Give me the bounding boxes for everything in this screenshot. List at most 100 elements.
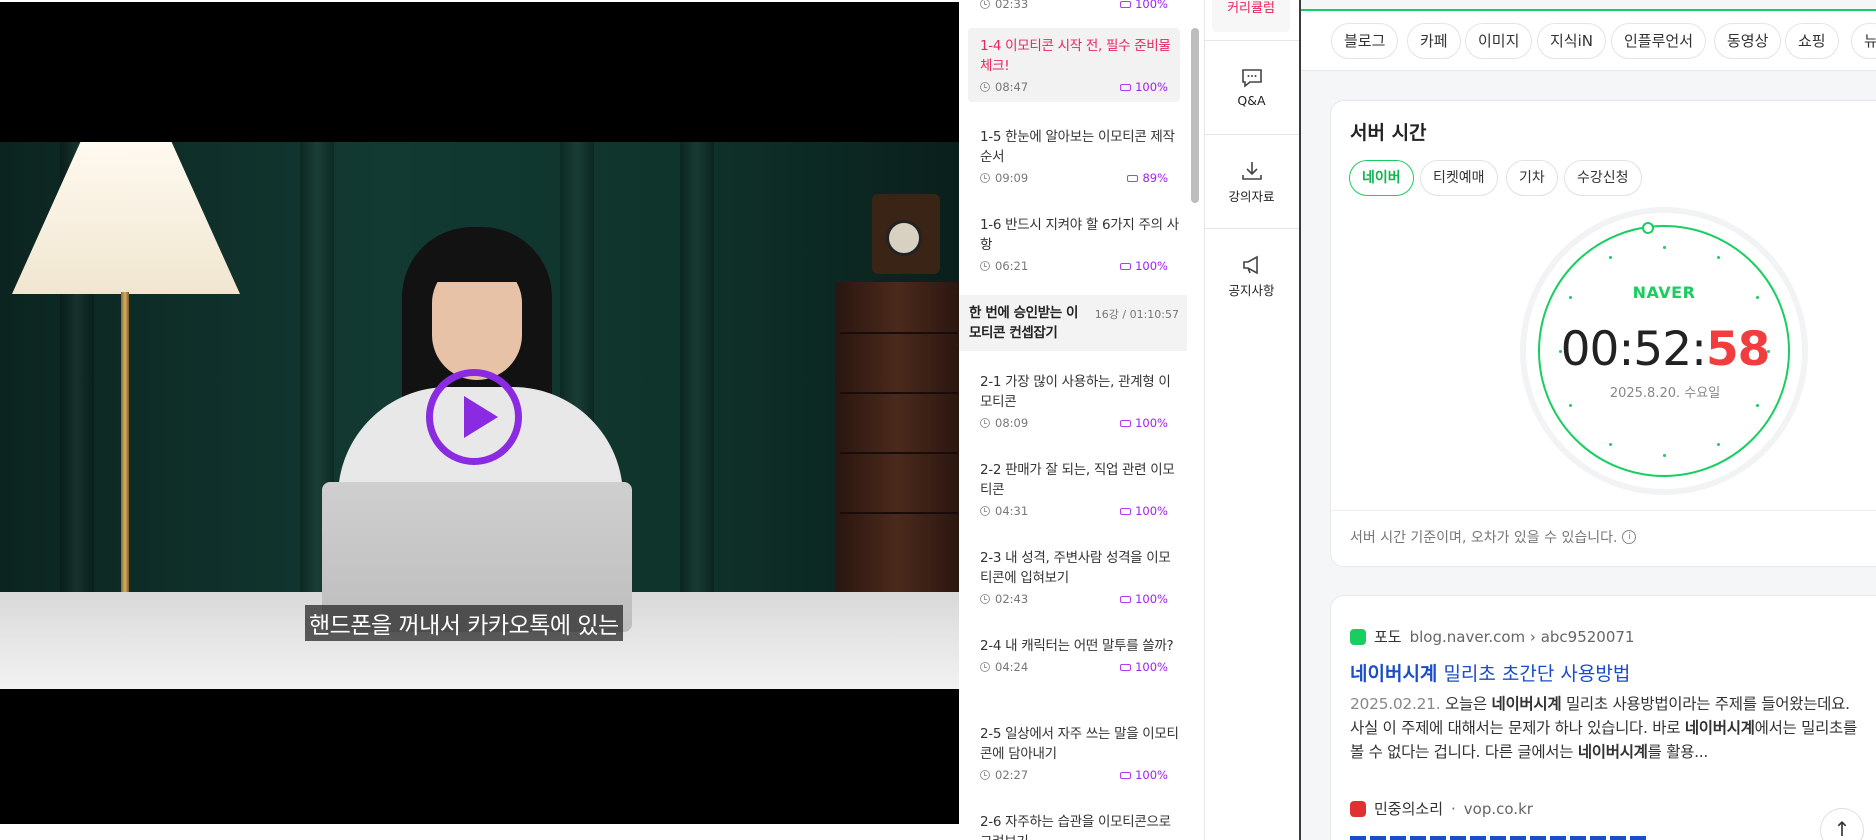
time-hm: 00:52: — [1560, 322, 1707, 377]
lesson-duration: 08:09 — [995, 416, 1029, 430]
source-url: blog.naver.com › abc9520071 — [1409, 627, 1635, 646]
clock-icon — [980, 0, 990, 9]
list-item[interactable]: 02:33 100% — [968, 0, 1180, 11]
lesson-progress: 100% — [1135, 592, 1168, 606]
clock-tick — [1662, 453, 1666, 457]
naver-logo: NAVER — [1632, 283, 1696, 302]
notice-button[interactable]: 공지사항 — [1204, 254, 1299, 299]
clock-icon — [980, 594, 990, 604]
tab-shopping[interactable]: 쇼핑 — [1785, 23, 1839, 59]
clock-icon — [980, 418, 990, 428]
lesson-progress: 100% — [1135, 0, 1168, 11]
lamp-image — [12, 142, 240, 294]
list-item[interactable]: 2-5 일상에서 자주 쓰는 말을 이모티콘에 담아내기 02:27 100% — [968, 724, 1180, 782]
result-snippet: 2025.02.21. 오늘은 네이버시계 밀리초 사용방법이라는 주제를 들어… — [1350, 695, 1857, 761]
tool-sidebar — [1204, 0, 1299, 840]
lesson-progress: 100% — [1135, 768, 1168, 782]
list-item[interactable]: 2-1 가장 많이 사용하는, 관계형 이모티콘 08:09 100% — [968, 372, 1180, 430]
tab-image[interactable]: 이미지 — [1465, 23, 1533, 59]
list-item-active[interactable]: 1-4 이모티콘 시작 전, 필수 준비물 체크! 08:47 100% — [968, 28, 1180, 102]
tab-blog[interactable]: 블로그 — [1331, 23, 1399, 59]
clock-icon — [980, 82, 990, 92]
video-player[interactable]: 핸드폰을 꺼내서 카카오톡에 있는 — [0, 2, 959, 824]
list-item[interactable]: 1-6 반드시 지켜야 할 6가지 주의 사항 06:21 100% — [968, 215, 1180, 273]
progress-icon — [1127, 174, 1139, 182]
lesson-duration: 04:24 — [995, 660, 1029, 674]
lesson-duration: 08:47 — [995, 80, 1029, 94]
tab-kin[interactable]: 지식iN — [1537, 23, 1606, 59]
progress-icon — [1120, 663, 1132, 671]
list-item[interactable]: 2-2 판매가 잘 되는, 직업 관련 이모티콘 04:31 100% — [968, 460, 1180, 518]
pill-ticket[interactable]: 티켓예매 — [1420, 160, 1498, 196]
megaphone-icon — [1240, 254, 1264, 276]
server-note: 서버 시간 기준이며, 오차가 있을 수 있습니다. i — [1350, 527, 1637, 547]
progress-icon — [1120, 771, 1132, 779]
list-item[interactable]: 2-3 내 성격, 주변사람 성격을 이모티콘에 입혀보기 02:43 100% — [968, 548, 1180, 606]
download-icon — [1240, 160, 1264, 182]
lesson-title: 2-4 내 캐릭터는 어떤 말투를 쓸까? — [980, 638, 1174, 654]
lesson-title: 2-6 자주하는 습관을 이모티콘으로 그려보기 — [980, 814, 1171, 840]
lesson-duration: 02:33 — [995, 0, 1029, 11]
clock-icon — [980, 173, 990, 183]
materials-label: 강의자료 — [1228, 189, 1275, 204]
result-source[interactable]: 포도 blog.naver.com › abc9520071 — [1350, 626, 1634, 647]
section-title: 한 번에 승인받는 이모티콘 컨셉잡기 — [969, 305, 1079, 341]
tab-video[interactable]: 동영상 — [1714, 23, 1782, 59]
result-title-link[interactable]: 네이버시계 밀리초 초간단 사용방법 — [1350, 659, 1630, 686]
tab-influencer[interactable]: 인플루언서 — [1611, 23, 1707, 59]
info-icon[interactable]: i — [1622, 530, 1637, 544]
clock-icon — [980, 261, 990, 271]
clock-tick — [1662, 245, 1666, 249]
section-info: 16강 / 01:10:57 — [1094, 308, 1179, 321]
lesson-duration: 09:09 — [995, 171, 1029, 185]
clock-knob-icon — [1642, 222, 1654, 234]
list-item[interactable]: 2-4 내 캐릭터는 어떤 말투를 쓸까? 04:24 100% — [968, 636, 1180, 674]
section-header[interactable]: 한 번에 승인받는 이모티콘 컨셉잡기 16강 / 01:10:57 — [959, 295, 1187, 351]
clock-tick — [1568, 403, 1572, 407]
progress-icon — [1120, 0, 1132, 8]
time-seconds: 58 — [1705, 322, 1770, 377]
lesson-duration: 04:31 — [995, 504, 1029, 518]
chat-icon — [1240, 67, 1264, 89]
card-title: 서버 시간 — [1350, 122, 1427, 144]
video-subtitle: 핸드폰을 꺼내서 카카오톡에 있는 — [305, 605, 623, 641]
clock-icon — [980, 770, 990, 780]
materials-button[interactable]: 강의자료 — [1204, 160, 1299, 205]
pill-train[interactable]: 기차 — [1506, 160, 1558, 196]
clock-tick — [1608, 443, 1612, 447]
clock-tick — [1568, 295, 1572, 299]
list-item[interactable]: 1-5 한눈에 알아보는 이모티콘 제작 순서 09:09 89% — [968, 127, 1180, 185]
tab-curriculum[interactable]: 커리큘럼 — [1212, 0, 1290, 32]
lesson-progress: 100% — [1135, 80, 1168, 94]
lesson-progress: 100% — [1135, 259, 1168, 273]
lesson-duration: 02:43 — [995, 592, 1029, 606]
screen: 핸드폰을 꺼내서 카카오톡에 있는 02:33 100% 1-4 이모티콘 시작… — [0, 0, 1876, 840]
vop-favicon-icon — [1350, 800, 1366, 817]
source-url: vop.co.kr — [1463, 799, 1533, 818]
qa-label: Q&A — [1237, 93, 1266, 108]
result-source-2[interactable]: 민중의소리 · vop.co.kr — [1350, 798, 1533, 819]
tab-cafe[interactable]: 카페 — [1407, 23, 1461, 59]
server-time: 00:52:58 — [1560, 322, 1771, 377]
clock-icon — [980, 662, 990, 672]
server-date: 2025.8.20. 수요일 — [1609, 386, 1721, 401]
lesson-progress: 100% — [1135, 660, 1168, 674]
clock-icon — [980, 506, 990, 516]
result-title-link-2[interactable] — [1350, 832, 1650, 840]
lesson-title: 2-5 일상에서 자주 쓰는 말을 이모티콘에 담아내기 — [980, 726, 1179, 762]
list-scrollbar[interactable] — [1191, 28, 1199, 203]
pill-course[interactable]: 수강신청 — [1564, 160, 1642, 196]
lesson-progress: 100% — [1135, 416, 1168, 430]
list-item[interactable]: 2-6 자주하는 습관을 이모티콘으로 그려보기 — [968, 812, 1180, 840]
lesson-title: 2-2 판매가 잘 되는, 직업 관련 이모티콘 — [980, 462, 1175, 498]
progress-icon — [1120, 507, 1132, 515]
lesson-title: 1-6 반드시 지켜야 할 6가지 주의 사항 — [980, 217, 1179, 253]
note-text: 서버 시간 기준이며, 오차가 있을 수 있습니다. — [1350, 530, 1618, 546]
qa-button[interactable]: Q&A — [1204, 67, 1299, 108]
play-icon[interactable] — [426, 369, 522, 465]
lesson-title: 2-3 내 성격, 주변사람 성격을 이모티콘에 입혀보기 — [980, 550, 1171, 586]
pill-naver[interactable]: 네이버 — [1349, 160, 1414, 196]
lesson-progress: 89% — [1142, 171, 1168, 185]
clock-tick — [1756, 403, 1760, 407]
notice-label: 공지사항 — [1228, 283, 1275, 298]
